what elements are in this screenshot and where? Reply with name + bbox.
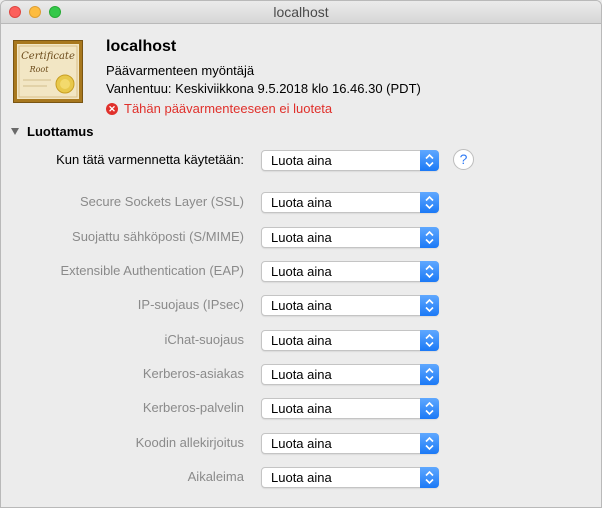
trust-row-label: Kerberos-asiakas: [142, 366, 244, 381]
titlebar: localhost: [1, 1, 601, 24]
trust-popup-value: Luota aina: [271, 298, 332, 313]
help-button[interactable]: ?: [453, 149, 474, 170]
trust-popup-value: Luota aina: [271, 264, 332, 279]
trust-popup-value: Luota aina: [271, 230, 332, 245]
trust-popup-value: Luota aina: [271, 436, 332, 451]
trust-popup-value: Luota aina: [271, 401, 332, 416]
trust-popup-value: Luota aina: [271, 367, 332, 382]
popup-arrows-icon: [420, 433, 439, 454]
warning-icon: ✕: [106, 102, 118, 115]
trust-popup-button[interactable]: Luota aina: [261, 467, 439, 488]
trust-popup-button[interactable]: Luota aina: [261, 227, 439, 248]
trust-popup-button[interactable]: Luota aina: [261, 295, 439, 316]
trust-popup-value: Luota aina: [271, 195, 332, 210]
certificate-trust-warning-text: Tähän päävarmenteeseen ei luoteta: [124, 101, 333, 116]
trust-row-label: Suojattu sähköposti (S/MIME): [72, 229, 244, 244]
popup-arrows-icon: [420, 398, 439, 419]
popup-arrows-icon: [420, 261, 439, 282]
trust-popup-button[interactable]: Luota aina: [261, 261, 439, 282]
popup-arrows-icon: [420, 330, 439, 351]
popup-arrows-icon: [420, 227, 439, 248]
certificate-icon: Certificate Root: [13, 40, 83, 103]
popup-arrows-icon: [420, 467, 439, 488]
trust-popup-button[interactable]: Luota aina: [261, 433, 439, 454]
window-title: localhost: [273, 4, 329, 20]
trust-row-label: Secure Sockets Layer (SSL): [79, 194, 244, 209]
popup-arrows-icon: [420, 150, 439, 171]
trust-popup-button[interactable]: Luota aina: [261, 364, 439, 385]
certificate-name: localhost: [106, 38, 177, 55]
trust-popup-button[interactable]: Luota aina: [261, 398, 439, 419]
help-icon: ?: [459, 151, 468, 167]
trust-popup-value: Luota aina: [271, 153, 332, 168]
popup-arrows-icon: [420, 295, 439, 316]
popup-arrows-icon: [420, 192, 439, 213]
popup-arrows-icon: [420, 364, 439, 385]
trust-popup-value: Luota aina: [271, 333, 332, 348]
certificate-expiration: Vanhentuu: Keskiviikkona 9.5.2018 klo 16…: [106, 81, 421, 96]
trust-row-label: Kerberos-palvelin: [142, 400, 244, 415]
trust-row-label: iChat-suojaus: [164, 332, 245, 347]
trust-row-label: Kun tätä varmennetta käytetään:: [56, 152, 244, 167]
trust-popup-button[interactable]: Luota aina: [261, 192, 439, 213]
trust-row-label: Aikaleima: [187, 469, 244, 484]
trust-row-label: IP-suojaus (IPsec): [137, 297, 244, 312]
certificate-icon-title: Certificate: [21, 51, 75, 62]
trust-section-title: Luottamus: [27, 124, 94, 139]
disclosure-triangle-icon: [11, 128, 19, 135]
certificate-type: Päävarmenteen myöntäjä: [106, 63, 255, 78]
trust-row-label: Extensible Authentication (EAP): [60, 263, 244, 278]
trust-popup-value: Luota aina: [271, 470, 332, 485]
trust-row-label: Koodin allekirjoitus: [135, 435, 244, 450]
trust-section-toggle[interactable]: Luottamus: [11, 124, 93, 139]
trust-popup-button[interactable]: Luota aina: [261, 150, 439, 171]
certificate-icon-subtitle: Root: [29, 65, 50, 74]
certificate-trust-warning: ✕ Tähän päävarmenteeseen ei luoteta: [106, 101, 332, 116]
trust-popup-button[interactable]: Luota aina: [261, 330, 439, 351]
certificate-window: localhost Certificate Root localhost Pää…: [0, 0, 602, 508]
